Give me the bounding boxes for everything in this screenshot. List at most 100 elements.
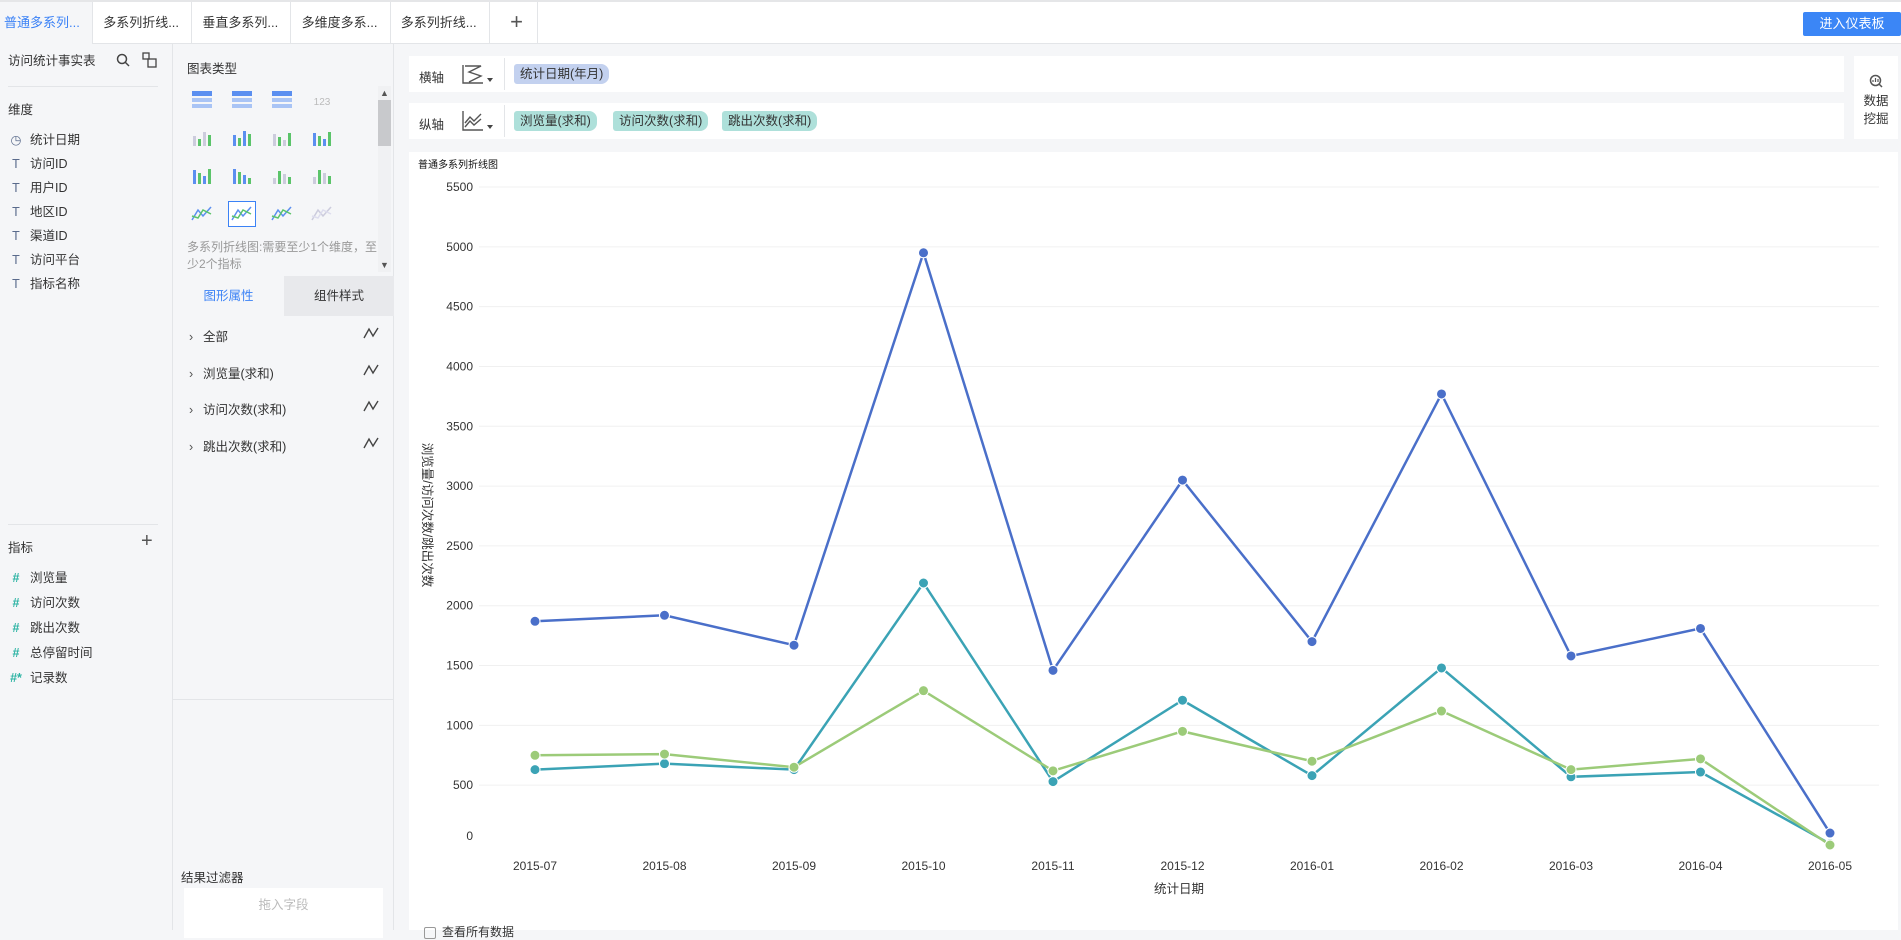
y-axis-row: 纵轴 浏览量(求和) 访问次数(求和) 跳出次数(求和) — [409, 103, 1844, 139]
search-icon[interactable] — [116, 53, 130, 67]
table-name: 访问统计事实表 — [8, 54, 96, 68]
property-item[interactable]: › 全部 — [189, 326, 379, 345]
dimension-field[interactable]: T 指标名称 — [8, 273, 80, 292]
x-axis-type-dropdown-icon[interactable] — [461, 62, 497, 86]
kpi-number-icon[interactable]: 123 — [309, 88, 335, 112]
data-point — [1824, 839, 1836, 851]
data-point — [1306, 636, 1318, 648]
chart-config-panel: 图表类型 123 ▲ ▼ 多系列折线图:需要至少1个维度，至少2个指标 图形属性… — [173, 44, 394, 938]
dimension-label: 地区ID — [30, 205, 68, 219]
map-icon[interactable] — [269, 126, 295, 150]
data-point — [1436, 662, 1447, 674]
add-metric-button[interactable]: + — [141, 530, 153, 553]
data-point — [1436, 705, 1447, 717]
data-point — [1436, 388, 1447, 400]
dimension-label: 访问平台 — [30, 253, 81, 267]
tab-4[interactable]: 多系列折线... — [397, 2, 490, 44]
dimension-label: 渠道ID — [30, 229, 68, 243]
data-point — [529, 749, 541, 761]
dot-table-icon[interactable] — [229, 126, 255, 150]
dimension-field[interactable]: ◷ 统计日期 — [8, 129, 80, 148]
data-point — [918, 685, 929, 697]
metric-field[interactable]: #* 记录数 — [8, 667, 67, 686]
metrics-heading: 指标 — [8, 541, 34, 555]
property-item[interactable]: › 浏览量(求和) — [189, 363, 379, 382]
stacked-bar-icon[interactable] — [309, 126, 335, 150]
axis-field-pill[interactable]: 访问次数(求和) — [613, 111, 709, 131]
dimension-field[interactable]: T 用户ID — [8, 177, 68, 196]
y-tick-label: 5500 — [446, 180, 473, 194]
x-tick-label: 2015-11 — [1031, 859, 1074, 873]
dimension-field[interactable]: T 地区ID — [8, 201, 68, 220]
y-tick-label: 500 — [453, 778, 473, 792]
property-item[interactable]: › 跳出次数(求和) — [189, 436, 379, 455]
metric-field[interactable]: # 跳出次数 — [8, 617, 81, 636]
y-axis-type-dropdown-icon[interactable] — [461, 109, 497, 133]
tab-component-style[interactable]: 组件样式 — [284, 276, 394, 316]
data-point — [659, 758, 670, 770]
waterfall-icon[interactable] — [309, 164, 335, 188]
multi-bar-icon[interactable] — [229, 164, 255, 188]
data-point — [788, 761, 800, 773]
range-bar-icon[interactable] — [269, 164, 295, 188]
area-line-icon[interactable] — [189, 202, 215, 226]
tab-0[interactable]: 普通多系列... — [0, 2, 93, 44]
dimension-field[interactable]: T 渠道ID — [8, 225, 68, 244]
x-tick-label: 2016-01 — [1290, 859, 1334, 873]
axis-field-pill[interactable]: 统计日期(年月) — [514, 64, 610, 84]
filter-drop-zone[interactable]: 拖入字段 — [184, 888, 383, 938]
grouped-bar-icon[interactable] — [189, 164, 215, 188]
dimension-label: 用户ID — [30, 181, 68, 195]
data-point — [659, 748, 670, 760]
text-icon: T — [12, 277, 20, 291]
property-item[interactable]: › 访问次数(求和) — [189, 399, 379, 418]
dimension-field[interactable]: T 访问平台 — [8, 249, 80, 268]
property-label: 全部 — [203, 330, 229, 344]
tab-graphic-properties[interactable]: 图形属性 — [173, 276, 284, 316]
tab-2[interactable]: 垂直多系列... — [198, 2, 292, 44]
divider — [8, 524, 158, 525]
y-tick-label: 2500 — [446, 539, 473, 553]
line-style-icon[interactable] — [363, 399, 379, 413]
line-style-icon[interactable] — [363, 363, 379, 377]
x-tick-label: 2016-02 — [1419, 859, 1463, 873]
switch-table-icon[interactable] — [142, 52, 158, 68]
text-icon: T — [12, 253, 20, 267]
number-icon: # — [12, 621, 20, 635]
add-tab-button[interactable]: + — [496, 2, 538, 44]
series-line-0 — [534, 248, 1832, 834]
number-icon: #* — [10, 671, 22, 685]
tab-1[interactable]: 多系列折线... — [99, 2, 193, 44]
metric-label: 总停留时间 — [30, 646, 93, 660]
dimension-label: 统计日期 — [30, 133, 81, 147]
compare-line-icon[interactable] — [309, 202, 335, 226]
dimension-field[interactable]: T 访问ID — [8, 153, 68, 172]
metric-field[interactable]: # 浏览量 — [8, 567, 68, 586]
line-style-icon[interactable] — [363, 436, 379, 450]
metric-field[interactable]: # 访问次数 — [8, 592, 81, 611]
view-all-data-checkbox[interactable]: 查看所有数据 — [424, 923, 514, 940]
data-mining-button[interactable]: 数据挖掘 — [1854, 56, 1898, 139]
table-icon[interactable] — [189, 88, 215, 112]
grouped-table-icon[interactable] — [229, 88, 255, 112]
data-point — [918, 247, 929, 259]
multi-line-icon[interactable] — [228, 201, 256, 227]
line-style-icon[interactable] — [363, 326, 379, 340]
data-point — [1177, 725, 1188, 737]
y-tick-label: 4500 — [446, 300, 473, 314]
x-tick-label: 2016-04 — [1678, 859, 1722, 873]
heat-table-icon[interactable] — [189, 126, 215, 150]
dimension-label: 访问ID — [30, 157, 68, 171]
number-icon: # — [12, 596, 20, 610]
y-tick-label: 1500 — [446, 659, 473, 673]
y-tick-label: 4000 — [446, 359, 473, 373]
axis-field-pill[interactable]: 跳出次数(求和) — [722, 111, 818, 131]
radar-icon[interactable] — [269, 202, 295, 226]
metric-field[interactable]: # 总停留时间 — [8, 642, 93, 661]
enter-dashboard-button[interactable]: 进入仪表板 — [1803, 12, 1901, 36]
axis-field-pill[interactable]: 浏览量(求和) — [514, 111, 597, 131]
text-icon: T — [12, 157, 20, 171]
tab-3[interactable]: 多维度多系... — [298, 2, 391, 44]
cross-table-icon[interactable] — [269, 88, 295, 112]
data-point — [1047, 765, 1059, 777]
